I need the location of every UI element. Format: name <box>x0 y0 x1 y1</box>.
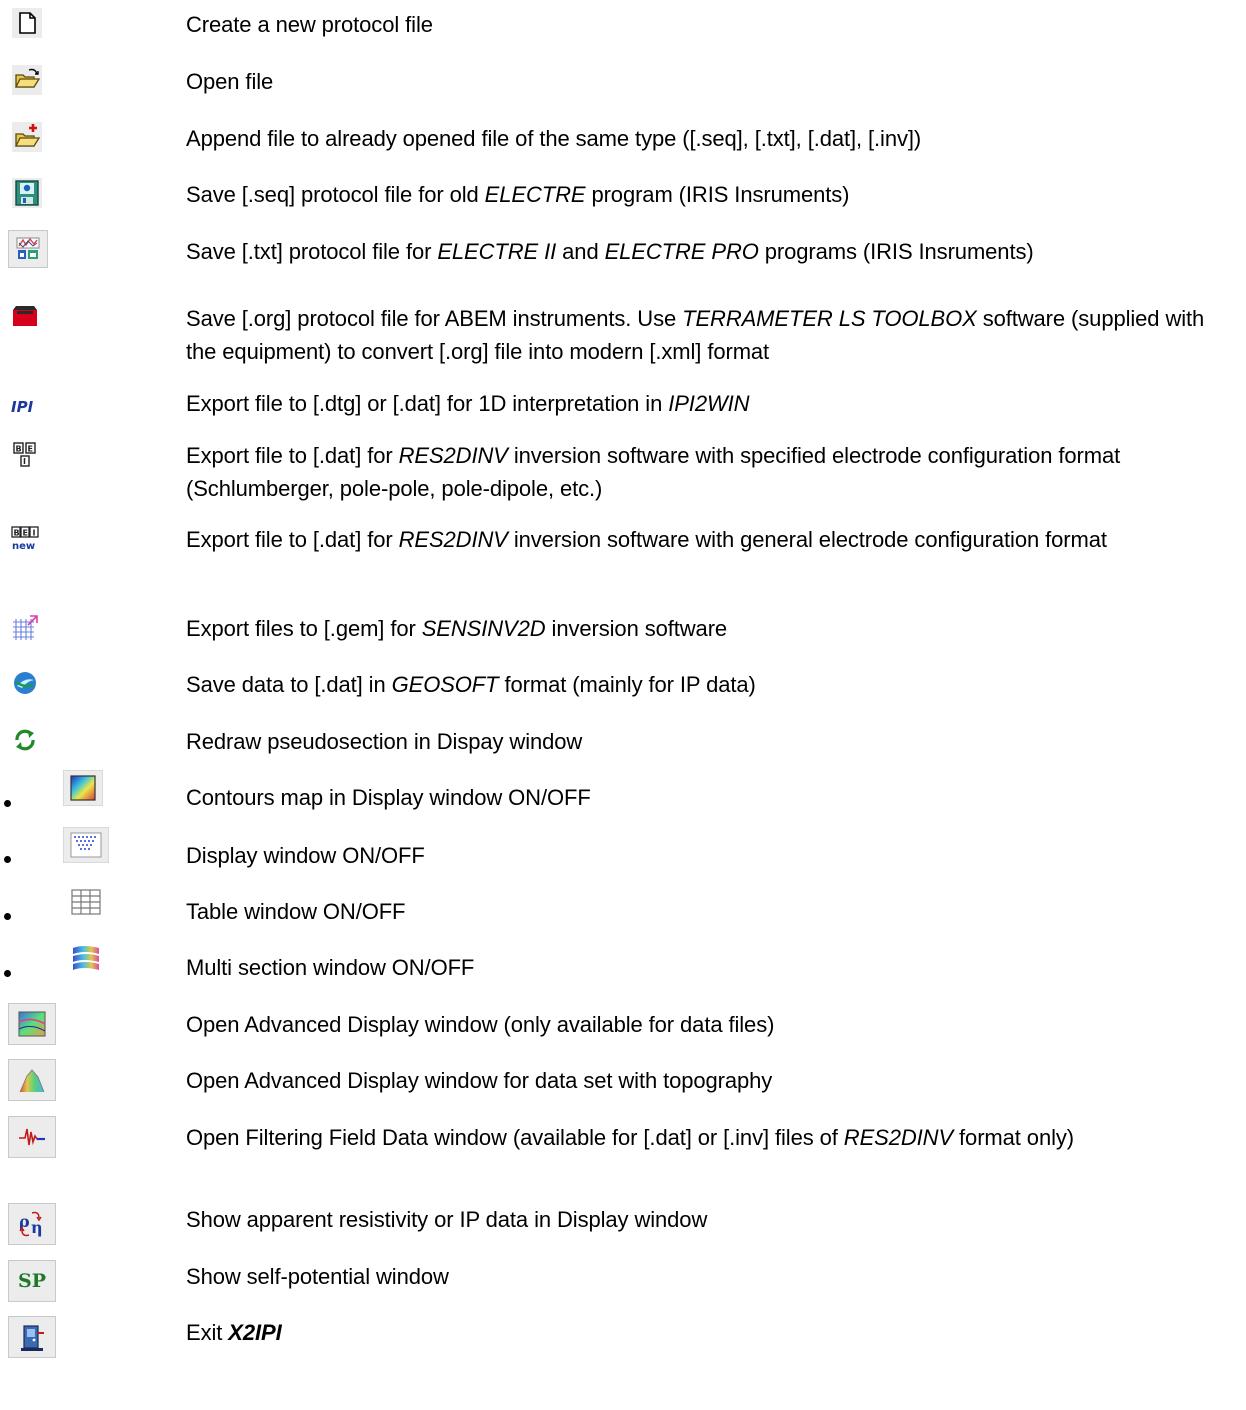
item-description: Open file <box>186 69 274 94</box>
item-description: Save [.org] protocol file for ABEM instr… <box>186 306 1205 364</box>
svg-text:B: B <box>14 529 20 538</box>
item-description: Export file to [.dat] for RES2DINV inver… <box>186 527 1107 552</box>
topography-display-icon <box>19 1069 45 1093</box>
svg-text:IPI: IPI <box>11 398 34 416</box>
item-description: Export file to [.dat] for RES2DINV inver… <box>186 443 1121 501</box>
self-potential-icon: SP <box>17 1270 46 1292</box>
item-description: Save data to [.dat] in GEOSOFT format (m… <box>186 672 756 697</box>
svg-text:ρ: ρ <box>19 1212 30 1231</box>
bullet <box>4 970 11 977</box>
svg-text:I: I <box>33 529 36 538</box>
multi-section-icon[interactable] <box>63 940 109 976</box>
item-description: Export files to [.gem] for SENSINV2D inv… <box>186 616 728 641</box>
item-description: Open Filtering Field Data window (availa… <box>186 1125 1074 1150</box>
ipi-export-icon[interactable]: IPI <box>10 390 40 420</box>
filtering-button[interactable] <box>8 1116 56 1158</box>
contour-map-icon[interactable] <box>63 770 103 806</box>
bullet <box>4 856 11 863</box>
topography-display-button[interactable] <box>8 1059 56 1101</box>
res2dinv-specified-icon[interactable]: B E I <box>10 440 40 470</box>
item-description: Table window ON/OFF <box>186 899 406 924</box>
open-folder-icon[interactable] <box>12 65 42 95</box>
item-description: Open Advanced Display window (only avail… <box>186 1012 775 1037</box>
advanced-display-icon <box>18 1011 46 1037</box>
sensinv-grid-icon[interactable] <box>10 613 40 643</box>
res2dinv-general-icon[interactable]: B E I new <box>10 524 40 554</box>
display-window-icon[interactable] <box>63 827 109 863</box>
item-description: Open Advanced Display window for data se… <box>186 1068 773 1093</box>
append-file-icon[interactable] <box>12 122 42 152</box>
bullet <box>4 800 11 807</box>
item-description: Contours map in Display window ON/OFF <box>186 785 591 810</box>
svg-text:E: E <box>28 445 33 454</box>
save-txt-icon <box>16 237 40 259</box>
new-file-icon[interactable] <box>12 8 42 38</box>
self-potential-button[interactable]: SP <box>8 1260 56 1302</box>
bullet <box>4 913 11 920</box>
item-description: Create a new protocol file <box>186 12 433 37</box>
item-description: Display window ON/OFF <box>186 843 425 868</box>
redraw-icon[interactable] <box>10 725 40 755</box>
save-txt-button[interactable] <box>8 230 48 268</box>
resistivity-ip-button[interactable]: ρ η <box>8 1203 56 1245</box>
item-description: Show self-potential window <box>186 1264 449 1289</box>
filtering-icon <box>19 1128 45 1146</box>
svg-text:new: new <box>12 541 35 552</box>
item-description: Redraw pseudosection in Dispay window <box>186 729 583 754</box>
svg-text:B: B <box>16 445 22 454</box>
geosoft-icon[interactable] <box>10 668 40 698</box>
svg-text:E: E <box>23 529 28 538</box>
advanced-display-button[interactable] <box>8 1003 56 1045</box>
table-window-icon[interactable] <box>63 884 109 920</box>
exit-icon <box>21 1325 44 1351</box>
item-description: Save [.seq] protocol file for old ELECTR… <box>186 182 850 207</box>
save-seq-icon[interactable] <box>12 178 42 208</box>
resistivity-ip-icon: ρ η <box>19 1211 43 1237</box>
save-org-icon[interactable] <box>10 302 40 332</box>
item-description: Show apparent resistivity or IP data in … <box>186 1207 708 1232</box>
svg-text:η: η <box>31 1218 43 1237</box>
item-description: Export file to [.dtg] or [.dat] for 1D i… <box>186 391 750 416</box>
item-description: Append file to already opened file of th… <box>186 126 922 151</box>
item-description: Exit X2IPI <box>186 1320 282 1345</box>
item-description: Multi section window ON/OFF <box>186 955 475 980</box>
item-description: Save [.txt] protocol file for ELECTRE II… <box>186 239 1034 264</box>
svg-text:I: I <box>23 457 26 466</box>
exit-button[interactable] <box>8 1316 56 1358</box>
